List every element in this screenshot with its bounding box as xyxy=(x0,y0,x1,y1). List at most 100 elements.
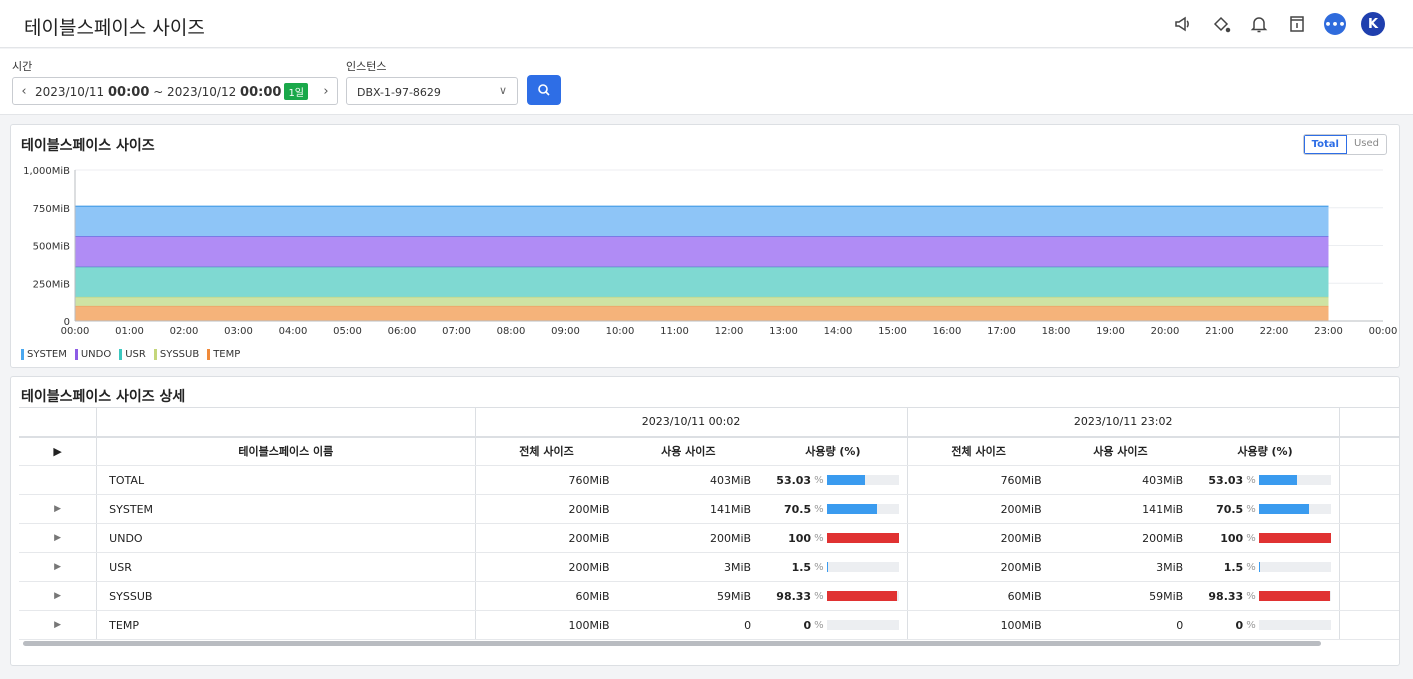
percent-sign: % xyxy=(1246,561,1256,573)
usage-bar-fill xyxy=(826,504,878,514)
percent-sign: % xyxy=(814,619,824,631)
used-size-header[interactable]: 사용 사이즈 xyxy=(1049,435,1192,466)
percent-sign: % xyxy=(814,532,824,544)
usage-pct-header[interactable]: 사용량 (%) xyxy=(1191,435,1340,466)
expand-row-icon[interactable]: ▶ xyxy=(19,610,97,640)
usage-pct-cell: 100% xyxy=(1191,523,1340,553)
usage-bar xyxy=(826,591,899,601)
usage-pct-value: 98.33 xyxy=(776,589,812,603)
table-row[interactable]: ▶ TEMP 100MiB 0 0% 100MiB 0 0% xyxy=(19,610,1399,640)
used-size-cell: 3MiB xyxy=(1049,552,1192,582)
prev-range-button[interactable]: ‹ xyxy=(13,84,35,99)
x-tick-label: 11:00 xyxy=(660,326,689,337)
avatar[interactable]: K xyxy=(1361,12,1385,36)
area-usr xyxy=(75,266,1329,297)
x-tick-label: 07:00 xyxy=(442,326,471,337)
x-tick-label: 10:00 xyxy=(606,326,635,337)
percent-sign: % xyxy=(1246,532,1256,544)
used-size-header[interactable]: 사용 사이즈 xyxy=(617,435,760,466)
total-size-cell: 200MiB xyxy=(906,552,1050,582)
x-tick-label: 16:00 xyxy=(933,326,962,337)
chat-icon[interactable]: ••• xyxy=(1323,12,1347,36)
legend-item[interactable]: TEMP xyxy=(207,349,240,360)
total-size-cell: 760MiB xyxy=(474,465,618,495)
used-size-cell: 141MiB xyxy=(1049,494,1192,524)
percent-sign: % xyxy=(1246,474,1256,486)
total-size-cell: 200MiB xyxy=(474,523,618,553)
usage-pct-value: 0 xyxy=(1235,618,1244,632)
legend-swatch xyxy=(74,349,78,360)
used-size-cell: 59MiB xyxy=(1049,581,1192,611)
usage-bar-fill xyxy=(1258,475,1297,485)
group-header-2: 2023/10/11 23:02 xyxy=(906,407,1340,437)
total-size-cell: 200MiB xyxy=(906,523,1050,553)
megaphone-icon[interactable] xyxy=(1171,12,1195,36)
expand-row-icon[interactable]: ▶ xyxy=(19,523,97,553)
usage-bar-fill xyxy=(1258,591,1330,601)
detail-table: 2023/10/11 00:02 2023/10/11 23:02 ▶ 테이블스… xyxy=(19,407,1399,640)
table-row[interactable]: ▶ SYSTEM 200MiB 141MiB 70.5% 200MiB 141Mi… xyxy=(19,494,1399,524)
paint-bucket-icon[interactable] xyxy=(1209,12,1233,36)
table-row[interactable]: ▶ USR 200MiB 3MiB 1.5% 200MiB 3MiB 1.5% xyxy=(19,552,1399,582)
usage-bar-fill xyxy=(826,591,898,601)
area-syssub xyxy=(75,296,1329,306)
usage-bar-fill xyxy=(826,562,828,572)
x-tick-label: 13:00 xyxy=(769,326,798,337)
total-size-cell: 760MiB xyxy=(906,465,1050,495)
percent-sign: % xyxy=(814,590,824,602)
top-header: 테이블스페이스 사이즈 ••• K xyxy=(0,0,1413,48)
usage-pct-value: 1.5 xyxy=(791,560,812,574)
tablespace-area-chart: 0250MiB500MiB750MiB1,000MiB00:00 01:00 02:… xyxy=(23,166,1397,337)
tablespace-name: UNDO xyxy=(96,523,475,553)
y-tick-label: 250MiB xyxy=(33,279,70,290)
usage-bar-fill xyxy=(826,475,865,485)
tablespace-name: TEMP xyxy=(96,610,475,640)
usage-pct-header[interactable]: 사용량 (%) xyxy=(759,435,908,466)
y-tick-label: 1,000MiB xyxy=(23,166,70,177)
legend-item[interactable]: SYSTEM xyxy=(21,349,67,360)
y-tick-label: 750MiB xyxy=(33,204,70,215)
usage-pct-cell: 100% xyxy=(759,523,908,553)
document-icon[interactable] xyxy=(1285,12,1309,36)
percent-sign: % xyxy=(814,561,824,573)
used-size-cell: 0 xyxy=(1049,610,1192,640)
area-temp xyxy=(75,305,1329,321)
search-button[interactable] xyxy=(527,75,561,105)
percent-sign: % xyxy=(1246,619,1256,631)
usage-bar xyxy=(1258,475,1331,485)
legend-item[interactable]: SYSSUB xyxy=(153,349,199,360)
tablespace-name: TOTAL xyxy=(96,465,475,495)
time-range-picker[interactable]: ‹ 2023/10/11 00:00 ~ 2023/10/12 00:00 1일 … xyxy=(12,77,338,105)
percent-sign: % xyxy=(1246,590,1256,602)
used-size-cell: 403MiB xyxy=(617,465,760,495)
expand-row-icon[interactable]: ▶ xyxy=(19,494,97,524)
expand-all-icon[interactable]: ▶ xyxy=(19,435,97,466)
name-column-header[interactable]: 테이블스페이스 이름 xyxy=(96,435,475,466)
total-size-cell: 200MiB xyxy=(906,494,1050,524)
usage-pct-value: 100 xyxy=(788,531,812,545)
expand-row-icon[interactable]: ▶ xyxy=(19,581,97,611)
table-row[interactable]: ▶ UNDO 200MiB 200MiB 100% 200MiB 200MiB 1… xyxy=(19,523,1399,553)
table-row[interactable]: TOTAL 760MiB 403MiB 53.03% 760MiB 403MiB… xyxy=(19,465,1399,495)
horizontal-scrollbar[interactable] xyxy=(23,641,1321,646)
page-title: 테이블스페이스 사이즈 xyxy=(24,17,205,39)
total-size-header[interactable]: 전체 사이즈 xyxy=(474,435,618,466)
usage-pct-cell: 1.5% xyxy=(759,552,908,582)
x-tick-label: 19:00 xyxy=(1096,326,1125,337)
instance-select[interactable]: DBX-1-97-8629 ∨ xyxy=(346,77,518,105)
total-size-header[interactable]: 전체 사이즈 xyxy=(906,435,1050,466)
x-tick-label: 23:00 xyxy=(1314,326,1343,337)
total-size-cell: 100MiB xyxy=(474,610,618,640)
usage-pct-value: 98.33 xyxy=(1208,589,1244,603)
usage-pct-cell: 53.03% xyxy=(759,465,908,495)
legend-item[interactable]: UNDO xyxy=(74,349,111,360)
table-row[interactable]: ▶ SYSSUB 60MiB 59MiB 98.33% 60MiB 59MiB 9… xyxy=(19,581,1399,611)
next-range-button[interactable]: › xyxy=(315,84,337,99)
usage-pct-value: 53.03 xyxy=(1208,473,1244,487)
bell-icon[interactable] xyxy=(1247,12,1271,36)
usage-bar-fill xyxy=(1258,562,1260,572)
expand-row-icon[interactable]: ▶ xyxy=(19,552,97,582)
legend-item[interactable]: USR xyxy=(119,349,146,360)
instance-value: DBX-1-97-8629 xyxy=(357,86,441,99)
usage-pct-value: 53.03 xyxy=(776,473,812,487)
